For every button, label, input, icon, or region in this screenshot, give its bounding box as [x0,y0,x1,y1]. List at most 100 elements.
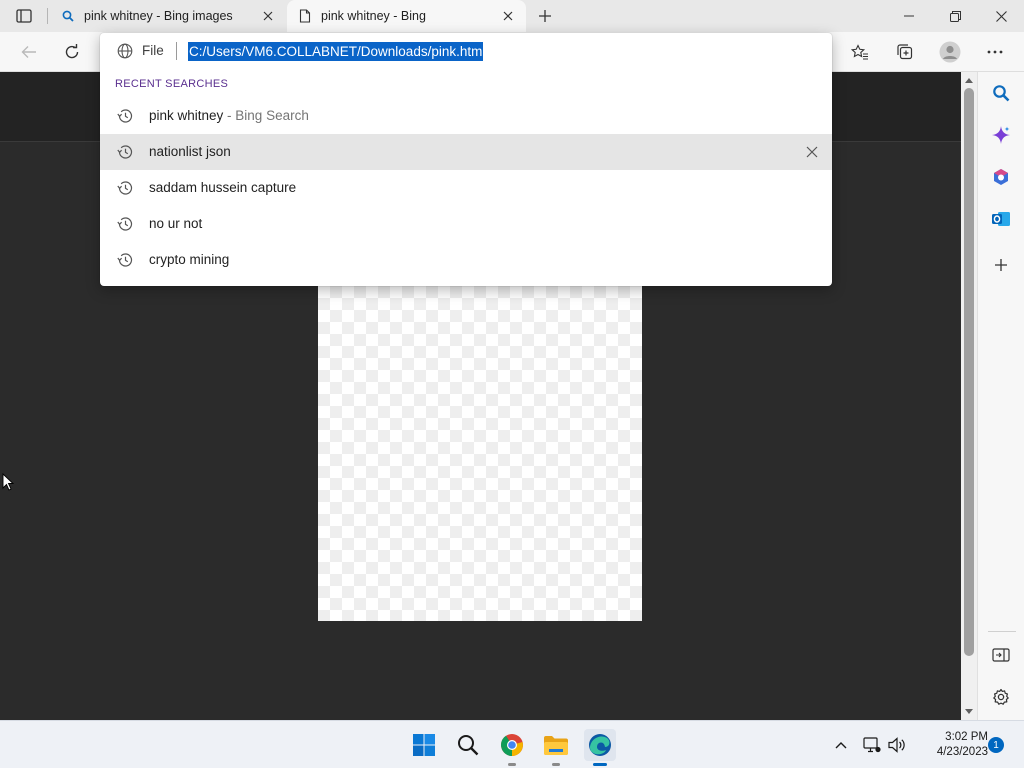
tab-separator [47,8,48,24]
transparent-image [318,286,642,621]
avatar-icon [939,41,961,63]
suggestion-item[interactable]: nationlist json [100,134,832,170]
close-tab-icon[interactable] [260,8,276,24]
sparkle-icon [992,126,1010,144]
clock-time: 3:02 PM [945,731,988,743]
taskbar-file-explorer-button[interactable] [540,729,572,766]
sidebar-divider [988,631,1016,632]
more-icon [987,50,1003,54]
network-button[interactable] [862,735,882,755]
sidebar-outlook-button[interactable] [988,206,1014,232]
scrollbar-thumb[interactable] [964,88,974,656]
close-tab-icon[interactable] [500,8,516,24]
edge-icon [589,734,611,756]
sidebar-collapse-icon [992,648,1010,662]
plus-icon [995,259,1007,271]
taskbar-edge-button[interactable] [584,729,616,766]
sidebar-office-button[interactable] [988,164,1014,190]
tab-actions-icon [16,9,32,23]
favorites-button[interactable] [845,37,875,67]
recent-searches-label: RECENT SEARCHES [115,78,229,90]
address-bar-dropdown: File C:/Users/VM6.COLLABNET/Downloads/pi… [100,33,832,286]
suggestion-text: pink whitney - Bing Search [149,108,309,123]
volume-button[interactable] [887,735,907,755]
url-scheme-label: File [142,43,164,58]
sidebar-search-button[interactable] [988,80,1014,106]
history-icon [117,253,133,267]
remove-suggestion-icon[interactable] [804,144,820,160]
tab-bing[interactable]: pink whitney - Bing [287,0,526,32]
file-explorer-icon [544,736,568,755]
favorites-icon [851,44,868,60]
minimize-icon [904,15,914,17]
close-icon [995,10,1007,22]
page-icon [297,8,313,24]
tab-actions-button[interactable] [8,4,40,28]
notification-badge[interactable]: 1 [988,737,1004,753]
network-icon [863,737,881,753]
suggestion-item[interactable]: crypto mining [100,242,832,278]
search-icon [458,735,479,756]
minimize-button[interactable] [886,0,932,32]
suggestion-query: saddam hussein capture [149,180,297,195]
history-icon [117,217,133,231]
refresh-button[interactable] [57,37,87,67]
running-indicator [508,763,516,766]
history-icon [117,145,133,159]
back-arrow-icon [21,46,36,58]
address-bar[interactable]: File C:/Users/VM6.COLLABNET/Downloads/pi… [100,33,832,69]
search-icon [60,8,76,24]
chevron-up-icon [835,742,847,749]
start-button[interactable] [408,729,440,761]
sidebar-copilot-button[interactable] [988,122,1014,148]
taskbar-clock[interactable]: 3:02 PM 4/23/2023 [912,730,988,760]
sidebar-add-button[interactable] [988,252,1014,278]
collections-button[interactable] [890,37,920,67]
sidebar-settings-button[interactable] [988,684,1014,710]
restore-button[interactable] [932,0,978,32]
restore-icon [949,10,961,22]
suggestion-item[interactable]: no ur not [100,206,832,242]
running-indicator [552,763,560,766]
start-icon [413,734,435,756]
tab-title: pink whitney - Bing [321,9,426,23]
suggestion-query: crypto mining [149,252,230,267]
scroll-up-icon[interactable] [964,75,974,85]
refresh-icon [65,44,79,59]
suggestion-source: - Bing Search [223,108,309,123]
close-window-button[interactable] [978,0,1024,32]
suggestion-item[interactable]: saddam hussein capture [100,170,832,206]
suggestion-item[interactable]: pink whitney - Bing Search [100,98,832,134]
address-input[interactable]: C:/Users/VM6.COLLABNET/Downloads/pink.ht… [188,42,484,61]
search-icon [993,85,1010,102]
tab-strip: pink whitney - Bing images pink whitney … [0,0,1024,32]
chrome-icon [501,734,523,756]
new-tab-button[interactable] [533,4,557,28]
collections-icon [897,44,913,60]
taskbar: 3:02 PM 4/23/2023 1 [0,720,1024,768]
back-button[interactable] [14,37,44,67]
profile-button[interactable] [935,37,965,67]
more-options-button[interactable] [980,37,1010,67]
scroll-down-icon[interactable] [964,707,974,717]
history-icon [117,109,133,123]
tab-title: pink whitney - Bing images [84,9,233,23]
mouse-cursor-icon [2,473,14,491]
outlook-icon [992,212,1010,226]
gear-icon [993,688,1009,705]
show-hidden-icons-button[interactable] [831,735,851,755]
suggestion-query: pink whitney [149,108,224,123]
tab-bing-images[interactable]: pink whitney - Bing images [50,0,286,32]
globe-icon [117,43,133,59]
vertical-scrollbar[interactable] [961,72,977,720]
hide-sidebar-button[interactable] [988,642,1014,668]
edge-sidebar [977,72,1024,720]
clock-date: 4/23/2023 [936,746,988,758]
plus-icon [539,10,551,22]
office-icon [994,169,1008,185]
address-divider [176,42,177,60]
suggestion-query: no ur not [149,216,203,231]
taskbar-search-button[interactable] [452,729,484,761]
volume-icon [888,737,905,753]
taskbar-chrome-button[interactable] [496,729,528,766]
